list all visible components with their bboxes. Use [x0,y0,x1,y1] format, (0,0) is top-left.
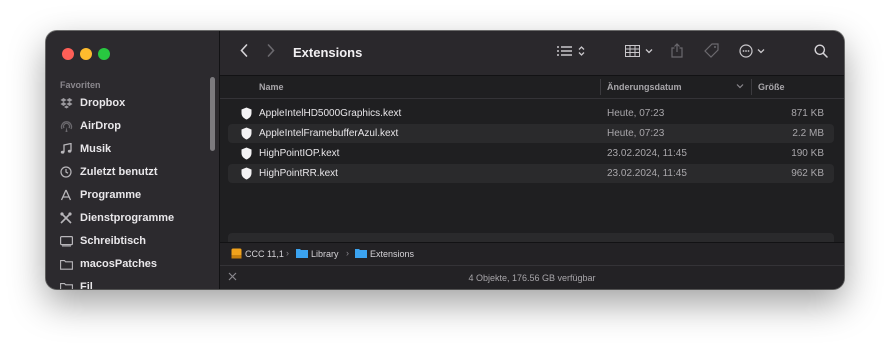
airdrop-icon [60,120,80,133]
share-icon [671,43,683,63]
sidebar-item-airdrop[interactable]: AirDrop [56,116,210,136]
path-item-extensions[interactable]: Extensions [370,249,414,259]
search-icon [814,44,828,63]
forward-button[interactable] [263,43,279,63]
close-window-button[interactable] [62,48,74,60]
folder-icon [60,259,80,270]
sidebar-item-label: Zuletzt benutzt [80,166,158,178]
file-row[interactable]: HighPointRR.kext 23.02.2024, 11:45 962 K… [228,164,834,183]
kext-shield-icon [241,107,252,123]
desktop-icon [60,235,80,247]
drive-icon [231,248,242,261]
clock-icon [60,166,80,178]
sidebar-item-label: Dienstprogramme [80,212,175,224]
share-button[interactable] [669,43,685,63]
sort-chevron-down-icon [736,81,744,91]
sidebar-section-title: Favoriten [60,80,101,90]
apps-icon [60,189,80,201]
file-date: 23.02.2024, 11:45 [607,148,687,159]
grid-group-icon [625,44,655,62]
sidebar-item-cut-off[interactable]: Fil [56,277,210,289]
column-divider[interactable] [600,79,601,95]
folder-blue-icon [296,248,308,260]
sidebar-item-label: Fil [80,281,93,289]
sidebar-item-macospatches[interactable]: macosPatches [56,254,210,274]
file-date: 23.02.2024, 11:45 [607,168,687,179]
path-separator: › [286,248,289,258]
column-header-size[interactable]: Größe [758,82,785,92]
file-name: HighPointRR.kext [259,168,338,179]
file-size: 871 KB [791,108,824,119]
kext-shield-icon [241,147,252,163]
column-header-row: Name Änderungsdatum Größe [220,76,844,99]
back-button[interactable] [236,43,252,63]
toolbar: Extensions [220,31,844,76]
chevron-left-icon [240,44,248,62]
tag-icon [703,43,719,63]
view-options-button[interactable] [556,43,590,63]
sidebar-item-label: Musik [80,143,112,155]
sidebar-item-musik[interactable]: Musik [56,139,210,159]
path-separator: › [346,248,349,258]
chevron-right-icon [267,44,275,62]
group-button[interactable] [624,43,656,63]
minimize-window-button[interactable] [80,48,92,60]
column-divider[interactable] [751,79,752,95]
ellipsis-circle-icon [739,43,769,63]
folder-blue-icon [355,248,367,260]
file-size: 190 KB [791,148,824,159]
music-icon [60,143,80,155]
folder-icon [60,282,80,289]
file-date: Heute, 07:23 [607,128,665,139]
sidebar-item-label: Schreibtisch [80,235,147,247]
file-date: Heute, 07:23 [607,108,665,119]
dropbox-icon [60,97,80,109]
sidebar-item-label: Dropbox [80,97,126,109]
finder-window: Favoriten Dropbox AirDrop Musik Zuletzt … [46,31,844,289]
sidebar-item-label: Programme [80,189,142,201]
search-button[interactable] [812,43,830,63]
sidebar-item-dropbox[interactable]: Dropbox [56,93,210,113]
file-row[interactable]: AppleIntelHD5000Graphics.kext Heute, 07:… [228,104,834,123]
more-actions-button[interactable] [738,43,770,63]
file-size: 962 KB [791,168,824,179]
column-header-name[interactable]: Name [259,82,284,92]
path-item-library[interactable]: Library [311,249,339,259]
zoom-window-button[interactable] [98,48,110,60]
sidebar: Favoriten Dropbox AirDrop Musik Zuletzt … [46,31,220,289]
column-header-date[interactable]: Änderungsdatum [607,82,682,92]
sidebar-item-zuletzt-benutzt[interactable]: Zuletzt benutzt [56,162,210,182]
status-bar: 4 Objekte, 176.56 GB verfügbar [220,265,844,289]
status-text: 4 Objekte, 176.56 GB verfügbar [468,273,596,283]
sidebar-item-label: macosPatches [80,258,158,270]
sidebar-item-dienstprogramme[interactable]: Dienstprogramme [56,208,210,228]
sidebar-item-programme[interactable]: Programme [56,185,210,205]
tag-button[interactable] [702,43,720,63]
sidebar-item-schreibtisch[interactable]: Schreibtisch [56,231,210,251]
file-name: AppleIntelFramebufferAzul.kext [259,128,399,139]
window-title: Extensions [293,45,363,60]
file-name: HighPointIOP.kext [259,148,340,159]
kext-shield-icon [241,127,252,143]
file-name: AppleIntelHD5000Graphics.kext [259,108,402,119]
file-row[interactable]: HighPointIOP.kext 23.02.2024, 11:45 190 … [228,144,834,163]
kext-shield-icon [241,167,252,183]
sidebar-scrollbar[interactable] [210,77,215,151]
path-bar: CCC 11,1 › Library › Extensions [220,242,844,265]
list-view-icon [557,44,589,62]
file-size: 2.2 MB [792,128,824,139]
path-item-volume[interactable]: CCC 11,1 [245,249,284,259]
tools-icon [60,212,80,224]
file-row[interactable]: AppleIntelFramebufferAzul.kext Heute, 07… [228,124,834,143]
sidebar-item-label: AirDrop [80,120,121,132]
